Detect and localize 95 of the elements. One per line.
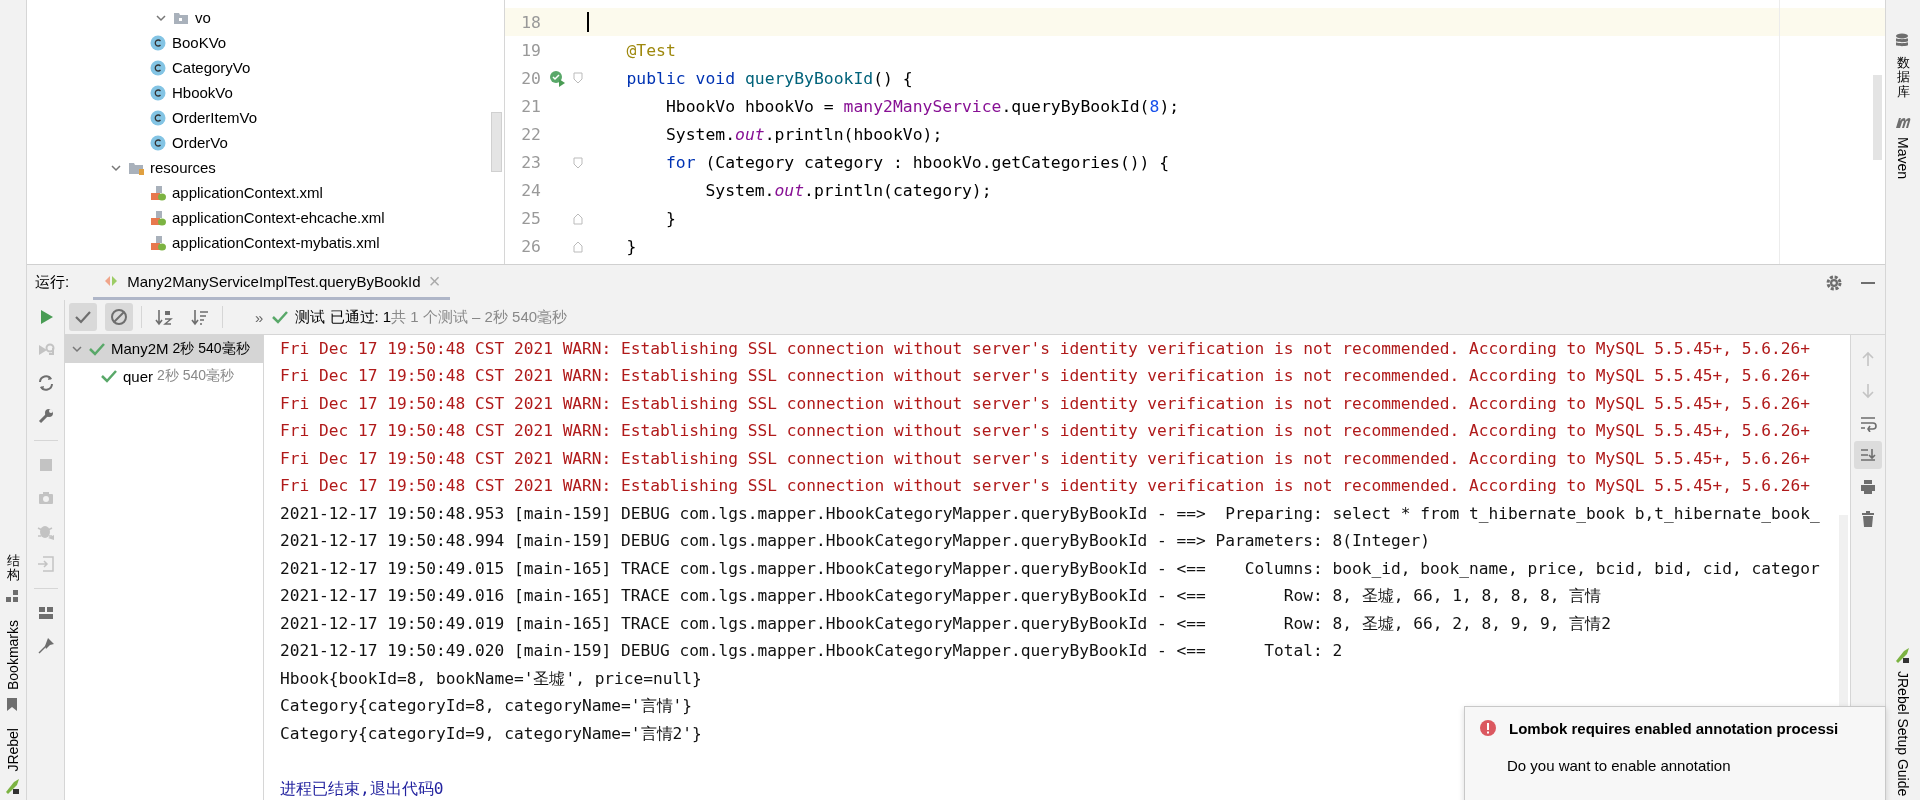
settings-icon[interactable] [1825, 273, 1843, 292]
console-line: Category{categoryId=8, categoryName='言情'} [280, 695, 693, 718]
test-status: 测试 已通过: 1 [295, 307, 392, 327]
line-number: 22 [520, 124, 542, 144]
console-line: 2021-12-17 19:50:48.994 [main-159] DEBUG com.lgs.mapper.HbookCategoryMapper.queryByBookId - ==> Parameters: 8(Integer) [280, 530, 1430, 553]
blocked-icon [110, 308, 128, 326]
fold-icon[interactable] [573, 72, 583, 85]
test-row[interactable]: Many2M 2秒 540毫秒 [65, 335, 263, 363]
tree-item[interactable]: applicationContext-mybatis.xml [172, 234, 380, 251]
console-line: 2021-12-17 19:50:49.016 [main-165] TRACE com.lgs.mapper.HbookCategoryMapper.queryByBookId - <== Row: 8, 圣墟, 66, 1, 8, 8, 8, 言情 [280, 585, 1602, 608]
tool-window-button[interactable]: Bookmarks [5, 620, 21, 691]
tool-window-button[interactable]: JRebel Setup Guide [1895, 670, 1911, 796]
tree-item[interactable]: applicationContext-ehcache.xml [172, 209, 385, 226]
code-line: for (Category category : hbookVo.getCategories()) { [664, 153, 1170, 172]
sort-duration-icon [191, 308, 209, 326]
more-button[interactable]: » [255, 308, 264, 326]
tool-window-button[interactable]: JRebel [5, 728, 21, 772]
tree-item[interactable]: applicationContext.xml [172, 184, 323, 201]
fold-end-icon[interactable] [573, 240, 583, 253]
test-summary: 共 1 个测试 – 2秒 540毫秒 [391, 307, 568, 327]
panel-label: 运行: [35, 273, 70, 292]
rocket-icon [1894, 646, 1912, 665]
console-line: Category{categoryId=9, categoryName='言情2'} [280, 722, 702, 745]
spring-xml-icon [150, 234, 166, 251]
exit-icon[interactable] [36, 555, 55, 573]
console-line: Fri Dec 17 19:50:48 CST 2021 WARN: Establishing SSL connection without server's identity verification is not recommended. According to MySQL 5.5.45+, 5.6.26+ [280, 338, 1811, 360]
console-line: Fri Dec 17 19:50:48 CST 2021 WARN: Establishing SSL connection without server's identity verification is not recommended. According to MySQL 5.5.45+, 5.6.26+ [280, 420, 1811, 443]
line-number: 21 [520, 96, 542, 116]
check-icon [101, 368, 117, 385]
code-line: System.out.println(hbookVo); [664, 124, 943, 144]
console-line: 2021-12-17 19:50:49.015 [main-165] TRACE com.lgs.mapper.HbookCategoryMapper.queryByBookId - <== Columns: book_id, book_name, price, bcid, bid, cid, categor [280, 557, 1820, 580]
class-icon [150, 134, 166, 151]
code-line: @Test [625, 40, 676, 60]
fold-icon[interactable] [573, 156, 583, 169]
tree-item[interactable]: resources [150, 159, 216, 176]
code-line: System.out.println(category); [704, 181, 992, 201]
console-line: Fri Dec 17 19:50:48 CST 2021 WARN: Establishing SSL connection without server's identity verification is not recommended. According to MySQL 5.5.45+, 5.6.26+ [280, 392, 1811, 415]
trash-icon [1859, 510, 1877, 528]
tree-item[interactable]: OrderVo [172, 134, 228, 151]
fold-end-icon[interactable] [573, 212, 583, 225]
tree-item[interactable]: vo [195, 9, 211, 26]
sort-alpha-icon [155, 308, 173, 326]
code-line: } [664, 209, 676, 229]
line-number: 19 [520, 40, 542, 60]
tree-item[interactable]: CategoryVo [172, 59, 251, 76]
wrap-icon [1859, 414, 1877, 432]
camera-icon[interactable] [36, 489, 55, 507]
test-row[interactable]: quer 2秒 540毫秒 [65, 362, 263, 390]
notification-title: Lombok requires enabled annotation processi [1509, 719, 1839, 737]
console-line: 2021-12-17 19:50:48.953 [main-159] DEBUG com.lgs.mapper.HbookCategoryMapper.queryByBookId - ==> Preparing: select * from t_hibernate_book b,t_hibernate_book_ [280, 502, 1820, 525]
run-test-icon[interactable] [548, 69, 566, 88]
tool-window-button[interactable]: 数据库 [1896, 56, 1910, 99]
console-line: 2021-12-17 19:50:49.019 [main-165] TRACE com.lgs.mapper.HbookCategoryMapper.queryByBookId - <== Row: 8, 圣墟, 66, 2, 8, 9, 9, 言情2 [280, 612, 1611, 635]
scroll-end-icon [1859, 446, 1877, 464]
layout-icon[interactable] [36, 604, 55, 622]
code-line: } [625, 237, 637, 257]
text-caret [587, 12, 589, 33]
rocket-icon [4, 778, 22, 796]
toolbar-button[interactable] [1854, 441, 1882, 469]
test-config-icon [103, 273, 120, 289]
console-line: 进程已结束,退出代码0 [280, 777, 444, 800]
toggle-button[interactable] [105, 303, 133, 331]
tool-window-button[interactable]: Maven [1895, 136, 1911, 179]
tree-item[interactable]: OrderItemVo [172, 109, 258, 126]
console-line: Hbook{bookId=8, bookName='圣墟', price=null} [280, 667, 702, 690]
class-icon [150, 84, 166, 101]
run-tab[interactable]: Many2ManyServiceImplTest.queryByBookId × [93, 265, 451, 300]
line-number: 26 [520, 237, 542, 257]
pin-icon[interactable] [36, 637, 55, 655]
toggle-button[interactable] [69, 303, 97, 331]
line-number: 24 [520, 181, 542, 201]
arrow-down-icon [1859, 382, 1877, 400]
tool-window-button[interactable]: 结构 [6, 553, 20, 583]
code-line: HbookVo hbookVo = many2ManyService.queryByBookId(8); [664, 96, 1180, 116]
tree-item[interactable]: HbookVo [172, 84, 233, 101]
spring-xml-icon [150, 209, 166, 226]
printer-icon [1859, 478, 1877, 496]
console-line: Fri Dec 17 19:50:48 CST 2021 WARN: Establishing SSL connection without server's identity verification is not recommended. According to MySQL 5.5.45+, 5.6.26+ [280, 447, 1811, 470]
line-number: 20 [520, 68, 542, 88]
refresh-icon[interactable] [36, 374, 55, 392]
class-icon [150, 59, 166, 76]
console-line: Fri Dec 17 19:50:48 CST 2021 WARN: Establishing SSL connection without server's identity verification is not recommended. According to MySQL 5.5.45+, 5.6.26+ [280, 365, 1811, 388]
class-icon [150, 34, 166, 51]
tree-item[interactable]: BooKVo [172, 34, 227, 51]
line-number: 23 [520, 153, 542, 172]
console-line: 2021-12-17 19:50:49.020 [main-159] DEBUG com.lgs.mapper.HbookCategoryMapper.queryByBookId - <== Total: 2 [280, 640, 1343, 663]
class-icon [150, 109, 166, 126]
line-number: 25 [520, 209, 542, 229]
tab-title: Many2ManyServiceImplTest.queryByBookId [127, 272, 421, 290]
code-line: public void queryByBookId() { [625, 68, 913, 88]
spring-xml-icon [150, 184, 166, 201]
line-number: 18 [520, 12, 542, 32]
console-line: Fri Dec 17 19:50:48 CST 2021 WARN: Establishing SSL connection without server's identity verification is not recommended. According to MySQL 5.5.45+, 5.6.26+ [280, 475, 1811, 498]
notification-text: Do you want to enable annotation [1507, 757, 1732, 774]
wrench-icon[interactable] [36, 407, 55, 425]
